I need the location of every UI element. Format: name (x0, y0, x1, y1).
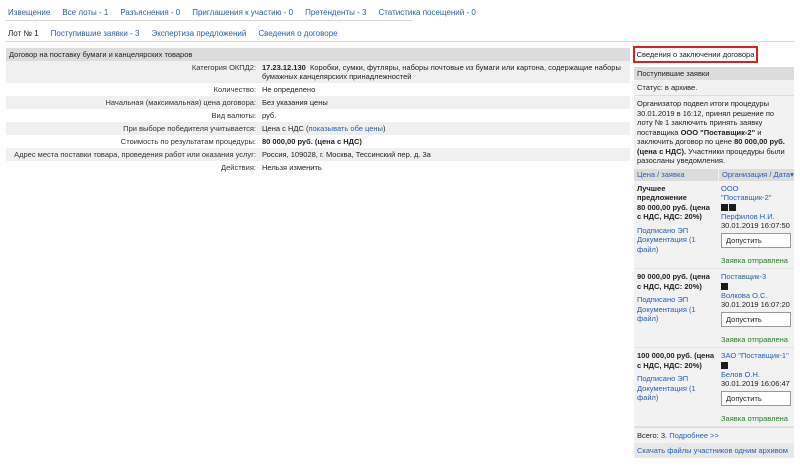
more-link[interactable]: Подробнее >> (669, 431, 719, 440)
admit-select[interactable]: Допустить (721, 311, 791, 327)
bids-column-headers: Цена / заявка Организация / Дата▾ (634, 168, 794, 181)
organization-link[interactable]: ЗАО "Поставщик-1" (721, 351, 791, 361)
contract-info-button[interactable]: Сведения о заключении договора (633, 46, 758, 63)
row-value: Нельзя изменить (259, 161, 630, 174)
okpd-code: 17.23.12.130 (262, 63, 306, 72)
row-label: Действия: (6, 161, 259, 174)
bid-sent-status: Заявка отправлена (721, 413, 788, 423)
row-label: При выборе победителя учитывается: (6, 122, 259, 135)
bid-price-cell: Лучшее предложение 80 000,00 руб. (цена … (634, 181, 718, 269)
bid-price: 80 000,00 руб. (цена с НДС, НДС: 20%) (637, 202, 710, 222)
row-value: 80 000,00 руб. (цена с НДС) (259, 135, 630, 148)
nav-clarifications[interactable]: Разъяснения - 0 (120, 8, 180, 17)
received-bids-panel: Поступившие заявки Статус: в архиве. Орг… (634, 67, 794, 458)
show-both-prices-link[interactable]: показывать обе цены (308, 124, 382, 133)
row-value: руб. (259, 109, 630, 122)
table-row: Стоимость по результатам процедуры: 80 0… (6, 135, 630, 148)
bid-org-cell: ООО "Поставщик-2" Перфилов Н.И. 30.01.20… (718, 181, 794, 269)
result-description: Организатор подвел итоги процедуры 30.01… (634, 96, 794, 169)
documentation-link[interactable]: Документация (1 файл) (637, 384, 715, 403)
organization-link[interactable]: ООО "Поставщик-2" (721, 184, 791, 203)
table-row: Категория ОКПД2: 17.23.12.130 Коробки, с… (6, 61, 630, 83)
bids-total: Всего: 3. Подробнее >> (634, 427, 794, 443)
row-label: Вид валюты: (6, 109, 259, 122)
table-row: Количество: Не определено (6, 83, 630, 96)
nav-notice[interactable]: Извещение (8, 8, 50, 17)
download-archive-link[interactable]: Скачать файлы участников одним архивом (637, 446, 788, 455)
tab-received-bids[interactable]: Поступившие заявки - 3 (51, 29, 140, 38)
bid-org-cell: ЗАО "Поставщик-1" Белов О.Н. 30.01.2019 … (718, 348, 794, 426)
signature-icon[interactable] (721, 203, 728, 211)
signed-ep-link[interactable]: Подписано ЭП (637, 374, 715, 384)
bid-price-cell: 90 000,00 руб. (цена с НДС, НДС: 20%) По… (634, 269, 718, 347)
top-nav: Извещение Все лоты - 1 Разъяснения - 0 П… (8, 5, 476, 19)
person-link[interactable]: Белов О.Н. (721, 370, 791, 380)
status-text: Статус: в архиве. (634, 80, 794, 96)
signature-icon[interactable] (721, 361, 728, 369)
bid-org-cell: Поставщик-3 Волкова О.С. 30.01.2019 16:0… (718, 269, 794, 347)
signed-ep-link[interactable]: Подписано ЭП (637, 295, 715, 305)
okpd-description: Коробки, сумки, футляры, наборы почтовые… (262, 63, 621, 81)
signed-ep-link[interactable]: Подписано ЭП (637, 226, 715, 236)
best-offer-label: Лучшее предложение (637, 183, 687, 203)
tabs-divider (6, 41, 794, 42)
row-value: Цена с НДС (показывать обе цены) (259, 122, 630, 135)
bid-date: 30.01.2019 16:06:47 (721, 379, 790, 388)
sort-by-org-date[interactable]: Организация / Дата▾ (718, 168, 794, 181)
documentation-link[interactable]: Документация (1 файл) (637, 305, 715, 324)
bid-date: 30.01.2019 16:07:50 (721, 221, 790, 230)
tab-expertise[interactable]: Экспертиза предложений (151, 29, 246, 38)
table-row: Адрес места поставки товара, проведения … (6, 148, 630, 161)
sort-by-price[interactable]: Цена / заявка (634, 169, 718, 181)
bid-price: 100 000,00 руб. (цена с НДС, НДС: 20%) (637, 351, 715, 370)
person-link[interactable]: Перфилов Н.И. (721, 212, 791, 222)
documentation-link[interactable]: Документация (1 файл) (637, 235, 715, 254)
row-value: Без указания цены (259, 96, 630, 109)
table-row: Вид валюты: руб. (6, 109, 630, 122)
row-value: Не определено (259, 83, 630, 96)
organization-link[interactable]: Поставщик-3 (721, 272, 791, 282)
bid-row: Лучшее предложение 80 000,00 руб. (цена … (634, 181, 794, 269)
download-archive: Скачать файлы участников одним архивом (634, 443, 794, 458)
nav-visit-stats[interactable]: Статистика посещений - 0 (378, 8, 475, 17)
panel-title: Поступившие заявки (634, 67, 794, 80)
lot-title: Договор на поставку бумаги и канцелярски… (6, 48, 630, 61)
table-row: При выборе победителя учитывается: Цена … (6, 122, 630, 135)
bid-sent-status: Заявка отправлена (721, 334, 788, 344)
info-icon[interactable] (729, 203, 736, 211)
admit-select[interactable]: Допустить (721, 390, 791, 406)
signature-icon[interactable] (721, 282, 728, 290)
nav-all-lots[interactable]: Все лоты - 1 (62, 8, 108, 17)
lot-info-table: Категория ОКПД2: 17.23.12.130 Коробки, с… (6, 61, 630, 174)
bid-price: 90 000,00 руб. (цена с НДС, НДС: 20%) (637, 272, 710, 291)
bid-price-cell: 100 000,00 руб. (цена с НДС, НДС: 20%) П… (634, 348, 718, 426)
person-link[interactable]: Волкова О.С. (721, 291, 791, 301)
bid-date: 30.01.2019 16:07:20 (721, 300, 790, 309)
price-basis: Цена с НДС (262, 124, 304, 133)
total-count: Всего: 3. (637, 431, 668, 440)
lot-details-panel: Договор на поставку бумаги и канцелярски… (6, 48, 630, 174)
winner-supplier: ООО "Поставщик-2" (680, 127, 756, 137)
row-value: Россия, 109028, г. Москва, Тессинский пе… (259, 148, 630, 161)
admit-select[interactable]: Допустить (721, 232, 791, 248)
row-value: 17.23.12.130 Коробки, сумки, футляры, на… (259, 61, 630, 83)
lot-tabs: Лот № 1 Поступившие заявки - 3 Экспертиз… (8, 26, 338, 40)
row-label: Стоимость по результатам процедуры: (6, 135, 259, 148)
row-label: Адрес места поставки товара, проведения … (6, 148, 259, 161)
top-divider (6, 20, 412, 21)
bid-sent-status: Заявка отправлена (721, 255, 788, 265)
bid-row: 90 000,00 руб. (цена с НДС, НДС: 20%) По… (634, 269, 794, 348)
nav-invitations[interactable]: Приглашения к участию - 0 (192, 8, 293, 17)
row-label: Количество: (6, 83, 259, 96)
nav-applicants[interactable]: Претенденты - 3 (305, 8, 366, 17)
table-row: Начальная (максимальная) цена договора: … (6, 96, 630, 109)
row-label: Начальная (максимальная) цена договора: (6, 96, 259, 109)
row-label: Категория ОКПД2: (6, 61, 259, 83)
tab-contract-info[interactable]: Сведения о договоре (258, 29, 337, 38)
table-row: Действия: Нельзя изменить (6, 161, 630, 174)
tab-lot-1[interactable]: Лот № 1 (8, 29, 39, 38)
bid-row: 100 000,00 руб. (цена с НДС, НДС: 20%) П… (634, 348, 794, 427)
